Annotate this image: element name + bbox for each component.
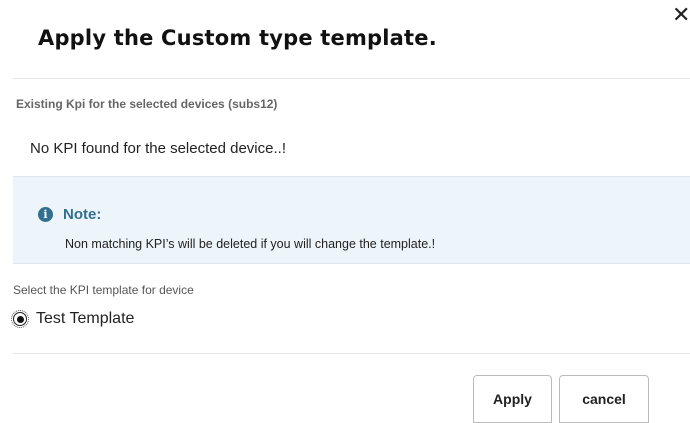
- note-title: Note:: [63, 206, 102, 223]
- existing-kpi-label: Existing Kpi for the selected devices (s…: [16, 97, 278, 111]
- info-circle-icon: i: [38, 207, 53, 222]
- template-option-label: Test Template: [36, 310, 135, 327]
- header-divider: [13, 78, 690, 79]
- note-panel: i Note: Non matching KPI’s will be delet…: [13, 176, 690, 264]
- apply-button[interactable]: Apply: [473, 375, 552, 423]
- template-radio[interactable]: [11, 310, 29, 328]
- close-icon[interactable]: ✕: [672, 4, 690, 26]
- note-text: Non matching KPI’s will be deleted if yo…: [65, 237, 436, 251]
- footer-divider: [13, 353, 690, 354]
- apply-template-dialog: ✕ Apply the Custom type template. Existi…: [0, 0, 690, 423]
- template-select-label: Select the KPI template for device: [13, 283, 194, 297]
- template-option-test-template[interactable]: Test Template: [11, 310, 135, 328]
- cancel-button[interactable]: cancel: [559, 375, 649, 423]
- no-kpi-message: No KPI found for the selected device..!: [30, 140, 286, 157]
- radio-selected-dot: [16, 315, 24, 323]
- dialog-title: Apply the Custom type template.: [38, 26, 437, 50]
